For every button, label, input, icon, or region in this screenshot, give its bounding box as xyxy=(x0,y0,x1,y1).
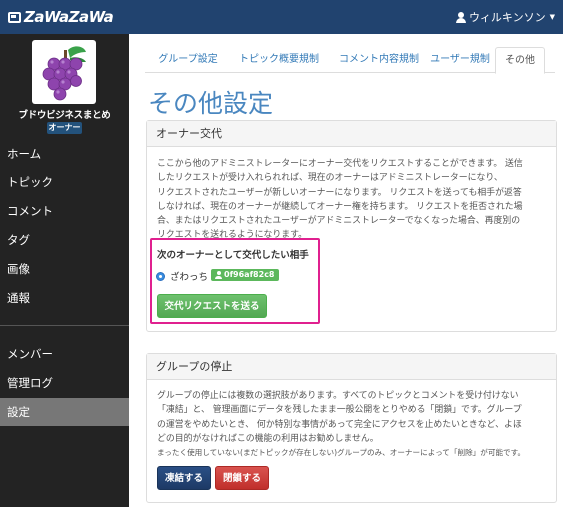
candidate-radio[interactable] xyxy=(156,272,165,281)
logo-text: ZaWaZaWa xyxy=(24,8,114,26)
caret-down-icon: ▼ xyxy=(549,13,555,21)
sidebar-item-topics[interactable]: トピック xyxy=(0,168,129,196)
sidebar-divider xyxy=(0,325,129,326)
sidebar-item-members[interactable]: メンバー xyxy=(0,340,129,368)
candidate-name[interactable]: ざわっち xyxy=(170,269,208,283)
user-name: ウィルキンソン xyxy=(468,11,546,24)
user-id-text: 0f96af82c8 xyxy=(224,270,275,279)
tab-topic-summary-rules[interactable]: トピック概要規制 xyxy=(229,47,329,73)
top-navbar: ZaWaZaWa ウィルキンソン ▼ xyxy=(0,0,563,34)
group-avatar[interactable] xyxy=(32,40,96,104)
logo-icon xyxy=(8,11,21,23)
sidebar-item-settings[interactable]: 設定 xyxy=(0,398,129,426)
freeze-button[interactable]: 凍結する xyxy=(157,466,211,490)
tab-group-settings[interactable]: グループ設定 xyxy=(149,47,227,73)
page-title: その他設定 xyxy=(148,89,274,118)
tab-comment-rules[interactable]: コメント内容規制 xyxy=(329,47,429,73)
group-suspend-description: グループの停止には複数の選択肢があります。すべてのトピックとコメントを受け付けな… xyxy=(157,389,550,459)
sidebar-item-images[interactable]: 画像 xyxy=(0,255,129,283)
user-icon xyxy=(215,271,222,279)
sidebar-item-tags[interactable]: タグ xyxy=(0,226,129,254)
close-group-button[interactable]: 閉鎖する xyxy=(215,466,269,490)
owner-transfer-description: ここから他のアドミニストレーターにオーナー交代をリクエストすることができます。 … xyxy=(157,159,523,241)
group-suspend-heading: グループの停止 xyxy=(147,354,556,380)
user-icon xyxy=(455,11,466,23)
send-transfer-request-button[interactable]: 交代リクエストを送る xyxy=(157,294,267,318)
role-badge: オーナー xyxy=(47,122,82,134)
sidebar-item-reports[interactable]: 通報 xyxy=(0,284,129,312)
tab-other[interactable]: その他 xyxy=(495,47,545,74)
sidebar-item-home[interactable]: ホーム xyxy=(0,140,129,168)
sidebar-item-admin-log[interactable]: 管理ログ xyxy=(0,369,129,397)
tab-user-rules[interactable]: ユーザー規制 xyxy=(429,47,491,73)
candidate-label: 次のオーナーとして交代したい相手 xyxy=(157,250,309,261)
grape-icon xyxy=(42,46,86,101)
owner-transfer-heading: オーナー交代 xyxy=(147,121,556,147)
sidebar: ブドウビジネスまとめ オーナー ホーム トピック コメント タグ 画像 通報 メ… xyxy=(0,34,129,507)
group-name: ブドウビジネスまとめ xyxy=(18,110,111,121)
delete-note: まったく使用していない(まだトピックが存在しない)グループのみ、オーナーによって… xyxy=(157,448,526,458)
sidebar-item-comments[interactable]: コメント xyxy=(0,197,129,225)
user-id-badge: 0f96af82c8 xyxy=(211,269,279,281)
settings-tabs: グループ設定 トピック概要規制 コメント内容規制 ユーザー規制 その他 xyxy=(145,47,555,74)
app-logo[interactable]: ZaWaZaWa xyxy=(8,8,114,26)
user-menu[interactable]: ウィルキンソン ▼ xyxy=(455,9,555,25)
